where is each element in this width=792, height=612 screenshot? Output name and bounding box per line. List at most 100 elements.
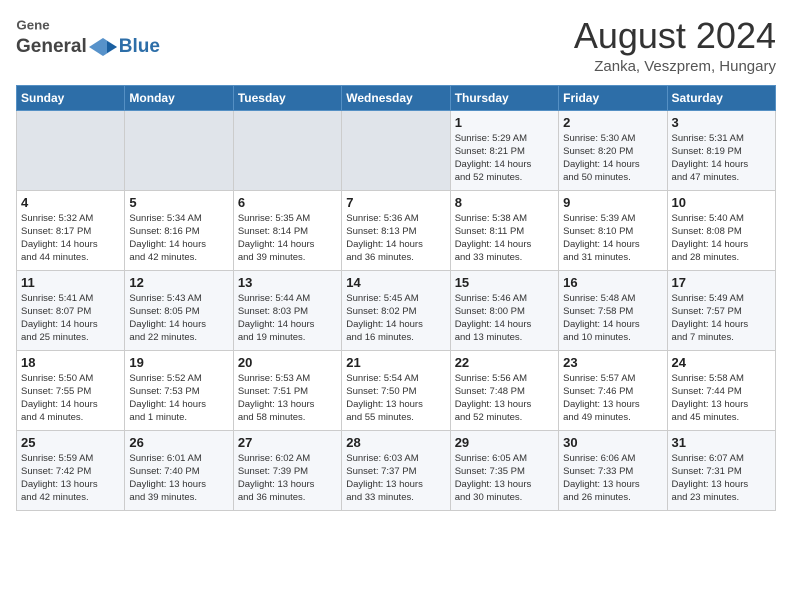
day-info: Sunrise: 6:01 AM Sunset: 7:40 PM Dayligh…	[129, 452, 228, 505]
day-info: Sunrise: 5:30 AM Sunset: 8:20 PM Dayligh…	[563, 132, 662, 185]
logo-general: General	[16, 36, 87, 58]
table-row: 30 Sunrise: 6:06 AM Sunset: 7:33 PM Dayli…	[559, 430, 667, 510]
day-number: 11	[21, 275, 120, 290]
logo-blue: Blue	[119, 36, 160, 58]
day-number: 17	[672, 275, 771, 290]
table-row	[17, 110, 125, 190]
day-info: Sunrise: 6:06 AM Sunset: 7:33 PM Dayligh…	[563, 452, 662, 505]
day-info: Sunrise: 5:54 AM Sunset: 7:50 PM Dayligh…	[346, 372, 445, 425]
table-row: 14 Sunrise: 5:45 AM Sunset: 8:02 PM Dayli…	[342, 270, 450, 350]
day-number: 8	[455, 195, 554, 210]
logo-blue-icon	[89, 38, 117, 56]
table-row: 25 Sunrise: 5:59 AM Sunset: 7:42 PM Dayli…	[17, 430, 125, 510]
table-row: 11 Sunrise: 5:41 AM Sunset: 8:07 PM Dayli…	[17, 270, 125, 350]
col-wednesday: Wednesday	[342, 85, 450, 110]
table-row: 8Sunrise: 5:38 AM Sunset: 8:11 PM Daylig…	[450, 190, 558, 270]
day-number: 13	[238, 275, 337, 290]
day-number: 7	[346, 195, 445, 210]
table-row: 9Sunrise: 5:39 AM Sunset: 8:10 PM Daylig…	[559, 190, 667, 270]
table-row: 20 Sunrise: 5:53 AM Sunset: 7:51 PM Dayli…	[233, 350, 341, 430]
table-row	[342, 110, 450, 190]
day-info: Sunrise: 5:57 AM Sunset: 7:46 PM Dayligh…	[563, 372, 662, 425]
table-row: 5 Sunrise: 5:34 AM Sunset: 8:16 PM Daylig…	[125, 190, 233, 270]
day-info: Sunrise: 5:44 AM Sunset: 8:03 PM Dayligh…	[238, 292, 337, 345]
day-number: 21	[346, 355, 445, 370]
table-row: 29Sunrise: 6:05 AM Sunset: 7:35 PM Dayli…	[450, 430, 558, 510]
calendar-page: General General Blue August 2024 Zanka, …	[0, 0, 792, 521]
table-row	[125, 110, 233, 190]
table-row: 19 Sunrise: 5:52 AM Sunset: 7:53 PM Dayli…	[125, 350, 233, 430]
day-info: Sunrise: 5:35 AM Sunset: 8:14 PM Dayligh…	[238, 212, 337, 265]
table-row: 27Sunrise: 6:02 AM Sunset: 7:39 PM Dayli…	[233, 430, 341, 510]
day-number: 26	[129, 435, 228, 450]
table-row: 13 Sunrise: 5:44 AM Sunset: 8:03 PM Dayli…	[233, 270, 341, 350]
day-info: Sunrise: 5:41 AM Sunset: 8:07 PM Dayligh…	[21, 292, 120, 345]
day-info: Sunrise: 6:03 AM Sunset: 7:37 PM Dayligh…	[346, 452, 445, 505]
day-number: 4	[21, 195, 120, 210]
table-row	[233, 110, 341, 190]
day-info: Sunrise: 6:07 AM Sunset: 7:31 PM Dayligh…	[672, 452, 771, 505]
day-number: 19	[129, 355, 228, 370]
day-info: Sunrise: 5:43 AM Sunset: 8:05 PM Dayligh…	[129, 292, 228, 345]
day-number: 16	[563, 275, 662, 290]
day-number: 28	[346, 435, 445, 450]
day-info: Sunrise: 5:31 AM Sunset: 8:19 PM Dayligh…	[672, 132, 771, 185]
day-number: 12	[129, 275, 228, 290]
day-info: Sunrise: 5:29 AM Sunset: 8:21 PM Dayligh…	[455, 132, 554, 185]
day-number: 20	[238, 355, 337, 370]
table-row: 31 Sunrise: 6:07 AM Sunset: 7:31 PM Dayli…	[667, 430, 775, 510]
col-sunday: Sunday	[17, 85, 125, 110]
day-info: Sunrise: 5:34 AM Sunset: 8:16 PM Dayligh…	[129, 212, 228, 265]
calendar-week-row: 25 Sunrise: 5:59 AM Sunset: 7:42 PM Dayli…	[17, 430, 776, 510]
day-number: 2	[563, 115, 662, 130]
day-number: 24	[672, 355, 771, 370]
day-number: 14	[346, 275, 445, 290]
calendar-week-row: 11 Sunrise: 5:41 AM Sunset: 8:07 PM Dayli…	[17, 270, 776, 350]
table-row: 4 Sunrise: 5:32 AM Sunset: 8:17 PM Daylig…	[17, 190, 125, 270]
col-tuesday: Tuesday	[233, 85, 341, 110]
day-info: Sunrise: 5:59 AM Sunset: 7:42 PM Dayligh…	[21, 452, 120, 505]
day-info: Sunrise: 5:53 AM Sunset: 7:51 PM Dayligh…	[238, 372, 337, 425]
day-number: 27	[238, 435, 337, 450]
day-number: 25	[21, 435, 120, 450]
day-number: 18	[21, 355, 120, 370]
day-number: 15	[455, 275, 554, 290]
table-row: 6Sunrise: 5:35 AM Sunset: 8:14 PM Daylig…	[233, 190, 341, 270]
day-info: Sunrise: 5:32 AM Sunset: 8:17 PM Dayligh…	[21, 212, 120, 265]
table-row: 24Sunrise: 5:58 AM Sunset: 7:44 PM Dayli…	[667, 350, 775, 430]
table-row: 10Sunrise: 5:40 AM Sunset: 8:08 PM Dayli…	[667, 190, 775, 270]
table-row: 17 Sunrise: 5:49 AM Sunset: 7:57 PM Dayli…	[667, 270, 775, 350]
table-row: 2 Sunrise: 5:30 AM Sunset: 8:20 PM Daylig…	[559, 110, 667, 190]
day-number: 5	[129, 195, 228, 210]
day-number: 3	[672, 115, 771, 130]
logo-icon: General	[16, 16, 50, 36]
table-row: 22 Sunrise: 5:56 AM Sunset: 7:48 PM Dayli…	[450, 350, 558, 430]
day-info: Sunrise: 5:36 AM Sunset: 8:13 PM Dayligh…	[346, 212, 445, 265]
table-row: 18 Sunrise: 5:50 AM Sunset: 7:55 PM Dayli…	[17, 350, 125, 430]
day-info: Sunrise: 5:45 AM Sunset: 8:02 PM Dayligh…	[346, 292, 445, 345]
logo: General General Blue	[16, 16, 160, 58]
col-thursday: Thursday	[450, 85, 558, 110]
day-info: Sunrise: 5:52 AM Sunset: 7:53 PM Dayligh…	[129, 372, 228, 425]
day-info: Sunrise: 5:39 AM Sunset: 8:10 PM Dayligh…	[563, 212, 662, 265]
col-friday: Friday	[559, 85, 667, 110]
table-row: 1 Sunrise: 5:29 AM Sunset: 8:21 PM Daylig…	[450, 110, 558, 190]
day-number: 30	[563, 435, 662, 450]
table-row: 15Sunrise: 5:46 AM Sunset: 8:00 PM Dayli…	[450, 270, 558, 350]
calendar-week-row: 18 Sunrise: 5:50 AM Sunset: 7:55 PM Dayli…	[17, 350, 776, 430]
month-year: August 2024	[574, 16, 776, 56]
day-number: 1	[455, 115, 554, 130]
table-row: 16 Sunrise: 5:48 AM Sunset: 7:58 PM Dayli…	[559, 270, 667, 350]
location: Zanka, Veszprem, Hungary	[574, 58, 776, 75]
table-row: 21 Sunrise: 5:54 AM Sunset: 7:50 PM Dayli…	[342, 350, 450, 430]
day-info: Sunrise: 5:56 AM Sunset: 7:48 PM Dayligh…	[455, 372, 554, 425]
day-info: Sunrise: 5:40 AM Sunset: 8:08 PM Dayligh…	[672, 212, 771, 265]
table-row: 7 Sunrise: 5:36 AM Sunset: 8:13 PM Daylig…	[342, 190, 450, 270]
day-number: 22	[455, 355, 554, 370]
day-info: Sunrise: 5:49 AM Sunset: 7:57 PM Dayligh…	[672, 292, 771, 345]
day-info: Sunrise: 5:48 AM Sunset: 7:58 PM Dayligh…	[563, 292, 662, 345]
day-info: Sunrise: 5:50 AM Sunset: 7:55 PM Dayligh…	[21, 372, 120, 425]
table-row: 3 Sunrise: 5:31 AM Sunset: 8:19 PM Daylig…	[667, 110, 775, 190]
table-row: 26 Sunrise: 6:01 AM Sunset: 7:40 PM Dayli…	[125, 430, 233, 510]
day-number: 31	[672, 435, 771, 450]
